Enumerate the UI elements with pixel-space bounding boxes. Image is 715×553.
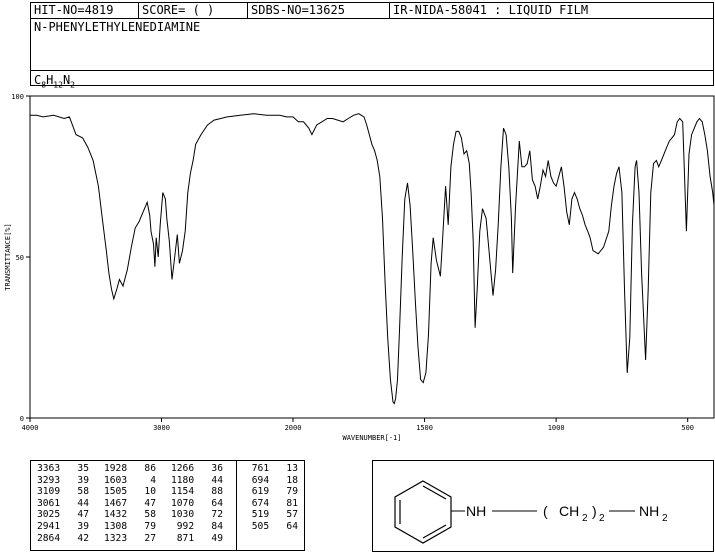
peak-column-2: 1928 86 1603 4 1505 10 1467 47 1432 58 1… [104, 463, 156, 544]
amine-nh2-subscript: 2 [662, 513, 668, 524]
benzene-ring [394, 480, 452, 544]
structure-drawing: NH ( CH 2 ) 2 NH 2 [394, 480, 668, 544]
peak-column-1: 3363 35 3293 39 3109 58 3061 44 3025 47 … [37, 463, 89, 544]
chain-open-paren: ( [543, 503, 548, 519]
y-tick-label: 100 [11, 93, 24, 101]
chain-close-paren: ) [592, 503, 597, 519]
x-axis-ticks: 4000 3000 2000 1500 1000 500 [22, 418, 694, 432]
chain-ch-subscript: 2 [582, 513, 588, 524]
chain-repeat-count: 2 [599, 513, 605, 524]
peak-column-divider [236, 461, 237, 550]
amine-nh-label: NH [466, 503, 486, 519]
x-axis-label: WAVENUMBER[-1] [342, 434, 401, 442]
ir-spectrum-chart: 4000 3000 2000 1500 1000 500 100500 WAVENUMBE… [4, 93, 715, 442]
x-tick-label: 4000 [22, 424, 39, 432]
amine-nh2-label: NH [639, 503, 659, 519]
x-tick-label: 500 [681, 424, 694, 432]
peak-list-table: 3363 35 3293 39 3109 58 3061 44 3025 47 … [30, 460, 305, 551]
chain-ch-label: CH [559, 503, 579, 519]
y-tick-label: 0 [20, 415, 24, 423]
x-tick-label: 3000 [153, 424, 170, 432]
y-axis-ticks: 100 50 0 [11, 93, 30, 423]
y-axis-label: TRANSMITTANCE[%] [4, 223, 12, 290]
y-tick-label: 50 [16, 254, 24, 262]
x-tick-label: 1500 [416, 424, 433, 432]
x-tick-label: 2000 [285, 424, 302, 432]
peak-column-4: 761 13 694 18 619 79 674 81 519 57 505 6… [251, 463, 298, 532]
peak-column-3: 1266 36 1180 44 1154 88 1070 64 1030 72 … [171, 463, 223, 544]
x-tick-label: 1000 [548, 424, 565, 432]
transmittance-curve [30, 113, 715, 405]
chemical-structure: NH ( CH 2 ) 2 NH 2 [372, 460, 714, 552]
